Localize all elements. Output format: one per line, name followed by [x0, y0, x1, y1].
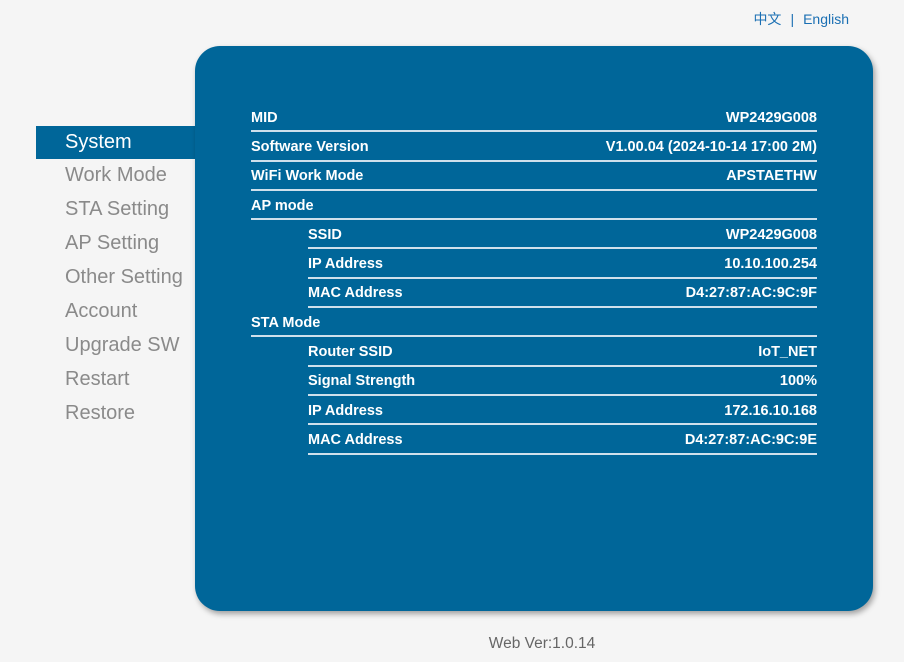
info-value: IoT_NET	[758, 344, 817, 361]
info-row: SSID WP2429G008	[308, 220, 817, 250]
sidebar-item-sta-setting[interactable]: STA Setting	[36, 193, 195, 227]
info-row: WiFi Work Mode APSTAETHW	[251, 162, 817, 191]
info-label: AP mode	[251, 197, 314, 214]
info-label: IP Address	[308, 402, 383, 419]
sidebar-item-system[interactable]: System	[36, 126, 195, 159]
lang-chinese-link[interactable]: 中文	[753, 11, 781, 27]
system-info-panel: MID WP2429G008 Software Version V1.00.04 (2…	[195, 46, 873, 611]
info-row: AP mode	[251, 191, 817, 221]
info-row: STA Mode	[251, 308, 817, 338]
info-value: 172.16.10.168	[724, 402, 817, 419]
lang-english-link[interactable]: English	[803, 11, 849, 27]
info-value: D4:27:87:AC:9C:9F	[685, 285, 817, 302]
info-label: SSID	[308, 226, 342, 243]
info-row: MAC Address D4:27:87:AC:9C:9E	[308, 425, 817, 455]
info-table: MID WP2429G008 Software Version V1.00.04 (2…	[251, 103, 817, 455]
sidebar-item-restore[interactable]: Restore	[36, 397, 195, 431]
info-value: APSTAETHW	[726, 168, 817, 185]
info-value: 100%	[779, 373, 817, 390]
sidebar: System Work Mode STA Setting AP Setting …	[36, 126, 195, 431]
sidebar-item-upgrade-sw[interactable]: Upgrade SW	[36, 329, 195, 363]
info-label: IP Address	[308, 256, 383, 273]
separator: |	[790, 11, 795, 27]
sidebar-item-account[interactable]: Account	[36, 295, 195, 329]
info-label: Software Version	[251, 138, 369, 155]
info-row: IP Address 10.10.100.254	[308, 249, 817, 279]
sidebar-item-work-mode[interactable]: Work Mode	[36, 159, 195, 193]
sidebar-item-other-setting[interactable]: Other Setting	[36, 261, 195, 295]
sidebar-item-ap-setting[interactable]: AP Setting	[36, 227, 195, 261]
language-switcher: 中文 | English	[753, 9, 849, 29]
info-label: Signal Strength	[308, 373, 416, 390]
info-row: IP Address 172.16.10.168	[308, 396, 817, 426]
sidebar-item-restart[interactable]: Restart	[36, 363, 195, 397]
info-value: 10.10.100.254	[724, 256, 817, 273]
info-row: Router SSID IoT_NET	[308, 337, 817, 367]
info-label: MID	[251, 109, 278, 126]
info-row: Software Version V1.00.04 (2024-10-14 17:…	[251, 132, 817, 162]
info-label: STA Mode	[251, 314, 321, 331]
info-value: D4:27:87:AC:9C:9E	[684, 431, 817, 448]
info-label: MAC Address	[308, 431, 403, 448]
web-version: Web Ver:1.0.14	[488, 635, 596, 652]
info-row: Signal Strength 100%	[308, 367, 817, 396]
info-row: MID WP2429G008	[251, 103, 817, 133]
info-value: WP2429G008	[725, 226, 817, 243]
info-value: V1.00.04 (2024-10-14 17:00 2M)	[605, 138, 817, 155]
info-label: MAC Address	[308, 285, 403, 302]
info-label: Router SSID	[308, 344, 393, 361]
info-row: MAC Address D4:27:87:AC:9C:9F	[308, 279, 817, 309]
info-label: WiFi Work Mode	[251, 168, 364, 185]
info-value: WP2429G008	[725, 109, 817, 126]
